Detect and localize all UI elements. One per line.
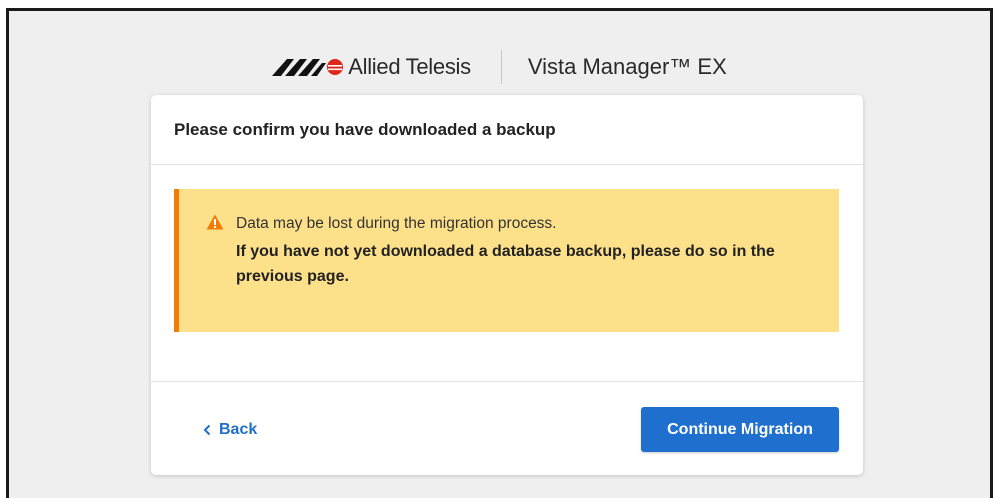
brand-divider: [500, 50, 502, 84]
allied-telesis-logo: Allied Telesis: [272, 54, 471, 80]
dialog-header: Please confirm you have downloaded a bac…: [151, 95, 863, 165]
continue-migration-button[interactable]: Continue Migration: [641, 407, 839, 452]
footer-divider: [151, 381, 863, 382]
back-label: Back: [219, 421, 258, 438]
chevron-left-icon: [203, 424, 211, 436]
dialog-title: Please confirm you have downloaded a bac…: [174, 119, 556, 139]
back-button[interactable]: Back: [203, 415, 257, 445]
company-name: Allied Telesis: [348, 54, 471, 79]
product-name: Vista Manager™ EX: [527, 54, 727, 79]
allied-telesis-logo-icon: [272, 59, 344, 76]
warning-triangle-icon: [206, 214, 224, 230]
app-frame: Allied Telesis Vista Manager™ EX Please …: [6, 8, 993, 498]
warning-instruction: If you have not yet downloaded a databas…: [236, 243, 775, 285]
warning-message: Data may be lost during the migration pr…: [236, 215, 557, 232]
warning-banner: Data may be lost during the migration pr…: [174, 189, 839, 332]
confirm-backup-dialog: Please confirm you have downloaded a bac…: [151, 95, 863, 475]
brand-header: Allied Telesis Vista Manager™ EX: [9, 47, 990, 87]
